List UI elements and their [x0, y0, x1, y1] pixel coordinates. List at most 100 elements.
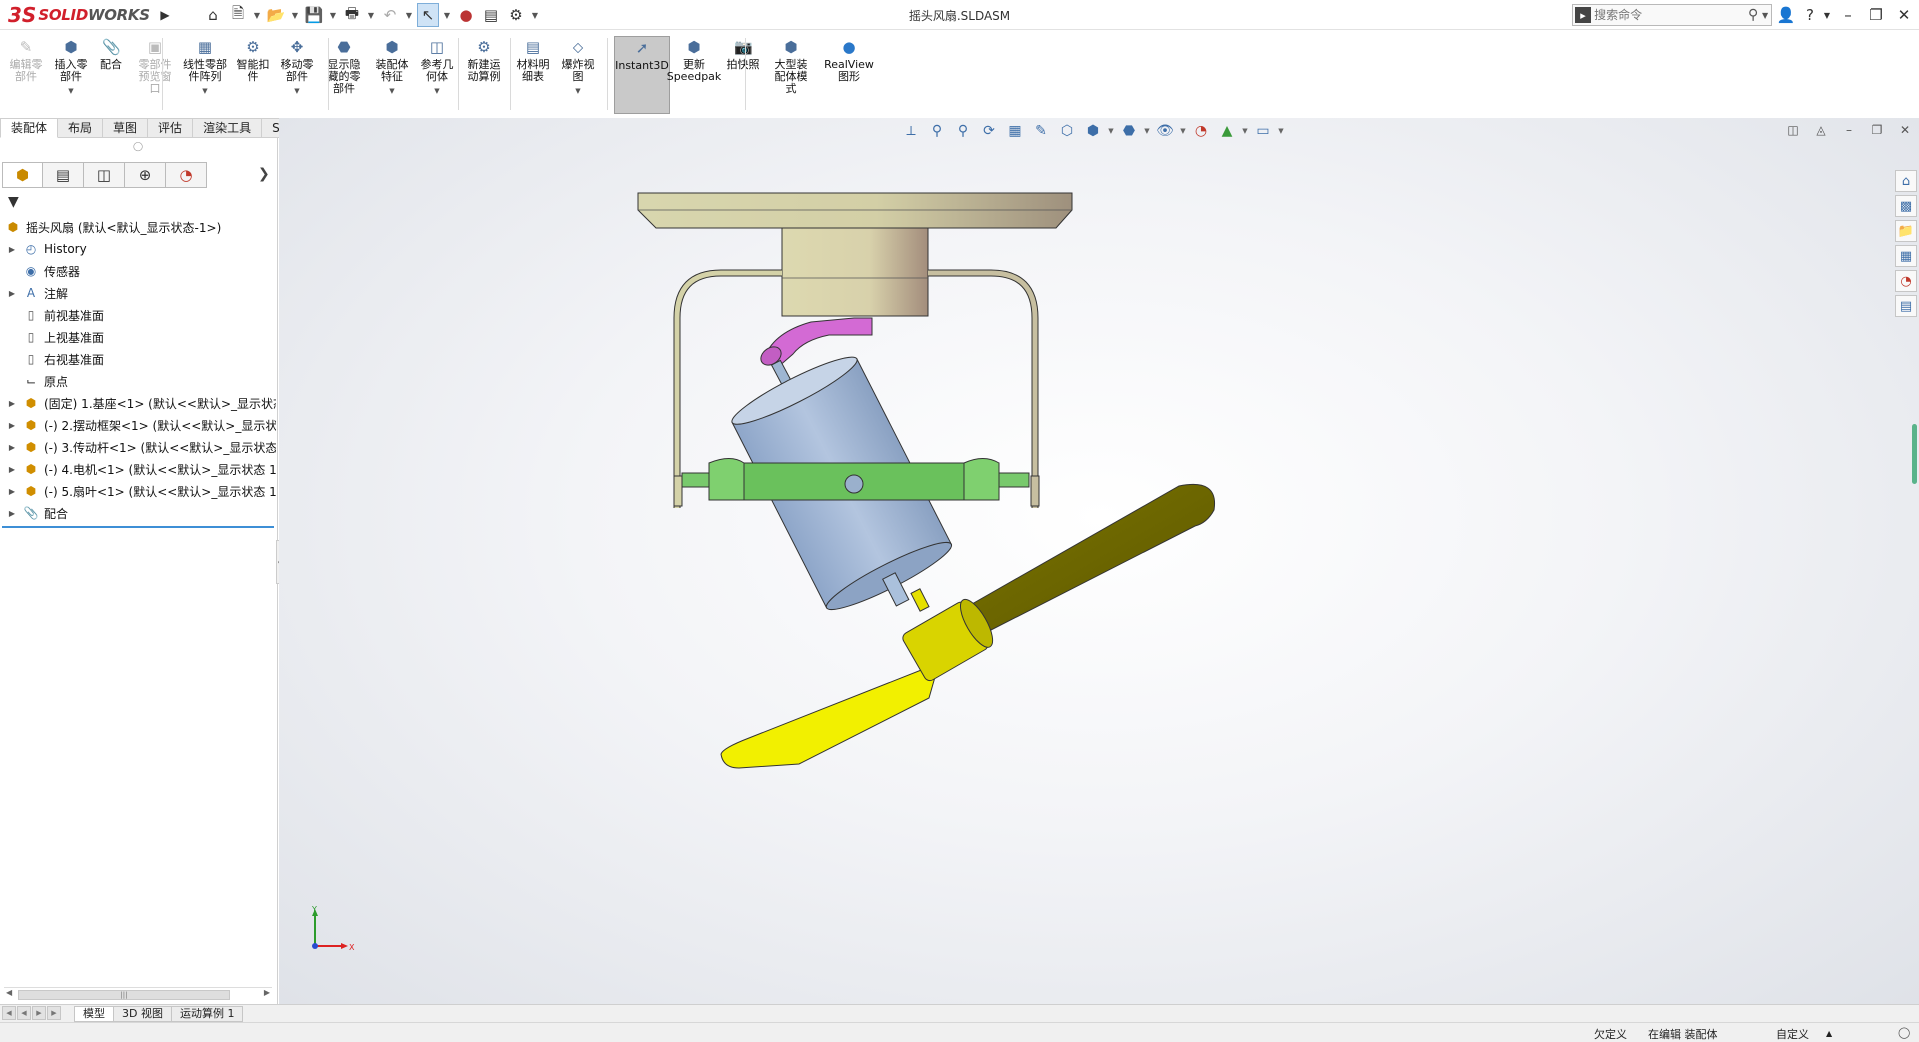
expand-arrow-icon[interactable]: ▶: [6, 487, 18, 496]
view-cube-icon[interactable]: ⬡: [1055, 120, 1079, 142]
scene-icon[interactable]: ▲: [1215, 120, 1239, 142]
display-manager-tab-icon[interactable]: ◔: [166, 162, 207, 188]
command-insert-component[interactable]: ⬢ 插入零 部件 ▼: [50, 36, 92, 114]
solidworks-resources-icon[interactable]: ⌂: [1895, 170, 1917, 192]
command-tab[interactable]: 渲染工具: [193, 118, 263, 138]
bottom-tab[interactable]: 运动算例 1: [170, 1005, 244, 1022]
command-linear-pattern[interactable]: ▦ 线性零部 件阵列 ▼: [178, 36, 232, 114]
help-icon[interactable]: ?: [1803, 4, 1817, 26]
tile-left-icon[interactable]: ◫: [1785, 122, 1801, 138]
command-dropdown-icon[interactable]: ▼: [294, 85, 299, 97]
pane-grip[interactable]: ◯: [133, 142, 143, 152]
appearance-dropdown-icon[interactable]: ▼: [1179, 120, 1187, 142]
expand-arrow-icon[interactable]: ▶: [6, 399, 18, 408]
tree-item[interactable]: ▯ 前视基准面: [0, 304, 276, 326]
task-pane-scroll-indicator[interactable]: [1912, 424, 1917, 484]
viewport-close-icon[interactable]: ✕: [1897, 122, 1913, 138]
bottom-tab[interactable]: 模型: [74, 1005, 114, 1022]
command-exploded-view[interactable]: ⬦ 爆炸视 图 ▼: [557, 36, 599, 114]
graphics-area[interactable]: ⟂ ⚲ ⚲ ⟳ ▦ ✎ ⬡ ⬢ ▼ ⬣ ▼ 👁 ▼ ◔ ▲ ▼ ▭ ▼ ◫ ◬ …: [279, 118, 1919, 1004]
scroll-right-arrow-icon[interactable]: ▶: [264, 988, 270, 997]
command-mate-paperclip[interactable]: 📎 配合: [96, 36, 126, 114]
close-icon[interactable]: ✕: [1893, 4, 1915, 26]
command-tab[interactable]: 评估: [148, 118, 194, 138]
viewport-minimize-icon[interactable]: –: [1841, 122, 1857, 138]
command-tab[interactable]: 布局: [58, 118, 104, 138]
open-dropdown-icon[interactable]: ▼: [290, 3, 300, 27]
tree-item[interactable]: ▶ ⬢ (-) 3.传动杆<1> (默认<<默认>_显示状态: [0, 436, 276, 458]
command-snapshot-camera[interactable]: 📷 拍快照: [724, 36, 762, 114]
command-smart-fastener[interactable]: ⚙ 智能扣 件: [232, 36, 274, 114]
options-gear-icon[interactable]: ⚙: [505, 3, 527, 27]
search-icon[interactable]: ⚲: [1744, 7, 1762, 23]
bracket-part[interactable]: [681, 458, 1030, 501]
command-large-assembly[interactable]: ⬢ 大型装 配体模 式: [769, 36, 813, 114]
save-icon[interactable]: 💾: [303, 3, 325, 27]
command-dropdown-icon[interactable]: ▼: [389, 85, 394, 97]
tree-item[interactable]: ▶ ⬢ (-) 5.扇叶<1> (默认<<默认>_显示状态 1: [0, 480, 276, 502]
tree-root[interactable]: ⬢ 摇头风扇 (默认<默认_显示状态-1>): [0, 216, 276, 238]
tree-item[interactable]: ⌙ 原点: [0, 370, 276, 392]
home-icon[interactable]: ⌂: [202, 3, 224, 27]
view-settings-monitor-icon[interactable]: ▭: [1251, 120, 1275, 142]
command-instant3d[interactable]: ➚ Instant3D: [614, 36, 670, 114]
dynamic-annotation-icon[interactable]: ✎: [1029, 120, 1053, 142]
appearances-icon[interactable]: ◔: [1895, 270, 1917, 292]
solidworks-logo[interactable]: 3S SOLIDWORKS: [8, 2, 156, 28]
select-dropdown-icon[interactable]: ▼: [442, 3, 452, 27]
hide-show-items-icon[interactable]: ⬣: [1117, 120, 1141, 142]
command-component-preview[interactable]: ▣ 零部件 预览窗 口: [134, 36, 176, 114]
scroll-left-arrow-icon[interactable]: ◀: [6, 988, 12, 997]
zoom-to-fit-icon[interactable]: ⚲: [925, 120, 949, 142]
command-dropdown-icon[interactable]: ▼: [575, 85, 580, 97]
command-tab[interactable]: 草图: [103, 118, 149, 138]
expand-arrow-icon[interactable]: ▶: [6, 289, 18, 298]
search-scope-icon[interactable]: ▸: [1575, 7, 1592, 23]
tree-item[interactable]: ▶ ◴ History: [0, 238, 276, 260]
command-dropdown-icon[interactable]: ▼: [202, 85, 207, 97]
command-edit-component[interactable]: ✎ 编辑零 部件: [4, 36, 48, 114]
command-bill-of-materials[interactable]: ▤ 材料明 细表: [512, 36, 554, 114]
command-dropdown-icon[interactable]: ▼: [68, 85, 73, 97]
new-dropdown-icon[interactable]: ▼: [252, 3, 262, 27]
user-account-icon[interactable]: 👤: [1775, 4, 1797, 26]
scroll-thumb[interactable]: |||: [18, 990, 230, 1000]
tree-item[interactable]: ▶ A 注解: [0, 282, 276, 304]
file-properties-icon[interactable]: ▤: [480, 3, 502, 27]
more-tabs-arrow-icon[interactable]: ❯: [258, 166, 270, 182]
search-commands[interactable]: ▸ ⚲ ▼: [1572, 4, 1772, 26]
command-new-motion-study[interactable]: ⚙ 新建运 动算例: [462, 36, 506, 114]
units-dropdown-icon[interactable]: ▲: [1826, 1029, 1832, 1038]
previous-view-icon[interactable]: ⟳: [977, 120, 1001, 142]
configuration-manager-tab-icon[interactable]: ◫: [84, 162, 125, 188]
tile-right-icon[interactable]: ◬: [1813, 122, 1829, 138]
view-palette-icon[interactable]: ▦: [1895, 245, 1917, 267]
horizontal-scrollbar[interactable]: ◀ ||| ▶: [4, 987, 272, 1001]
command-dropdown-icon[interactable]: ▼: [434, 85, 439, 97]
file-explorer-icon[interactable]: 📁: [1895, 220, 1917, 242]
next-tab-arrow-icon[interactable]: ▶: [32, 1005, 46, 1020]
first-tab-arrow-icon[interactable]: ◀: [2, 1005, 16, 1020]
tree-item[interactable]: ▶ ⬢ (-) 2.摆动框架<1> (默认<<默认>_显示状: [0, 414, 276, 436]
feature-manager-tab-icon[interactable]: ⬢: [2, 162, 43, 188]
status-help-icon[interactable]: ◯: [1898, 1026, 1910, 1039]
expand-arrow-icon[interactable]: ▶: [6, 509, 18, 518]
undo-dropdown-icon[interactable]: ▼: [404, 3, 414, 27]
minimize-icon[interactable]: –: [1837, 4, 1859, 26]
zoom-to-area-icon[interactable]: ⚲: [951, 120, 975, 142]
last-tab-arrow-icon[interactable]: ▶: [47, 1005, 61, 1020]
tree-item[interactable]: ▯ 右视基准面: [0, 348, 276, 370]
expand-arrow-icon[interactable]: ▶: [6, 465, 18, 474]
tree-item[interactable]: ▶ 📎 配合: [0, 502, 276, 524]
design-library-icon[interactable]: ▩: [1895, 195, 1917, 217]
expand-arrow-icon[interactable]: ▶: [6, 443, 18, 452]
restore-icon[interactable]: ❐: [1865, 4, 1887, 26]
rebuild-traffic-light-icon[interactable]: ●: [455, 3, 477, 27]
command-tab[interactable]: 装配体: [0, 118, 59, 138]
search-input[interactable]: [1594, 8, 1745, 22]
display-style-icon[interactable]: ⬢: [1081, 120, 1105, 142]
new-document-icon[interactable]: 🗎: [227, 3, 249, 27]
tree-item[interactable]: ▯ 上视基准面: [0, 326, 276, 348]
filter-icon[interactable]: ▼: [8, 194, 19, 210]
search-dropdown-icon[interactable]: ▼: [1762, 11, 1771, 20]
